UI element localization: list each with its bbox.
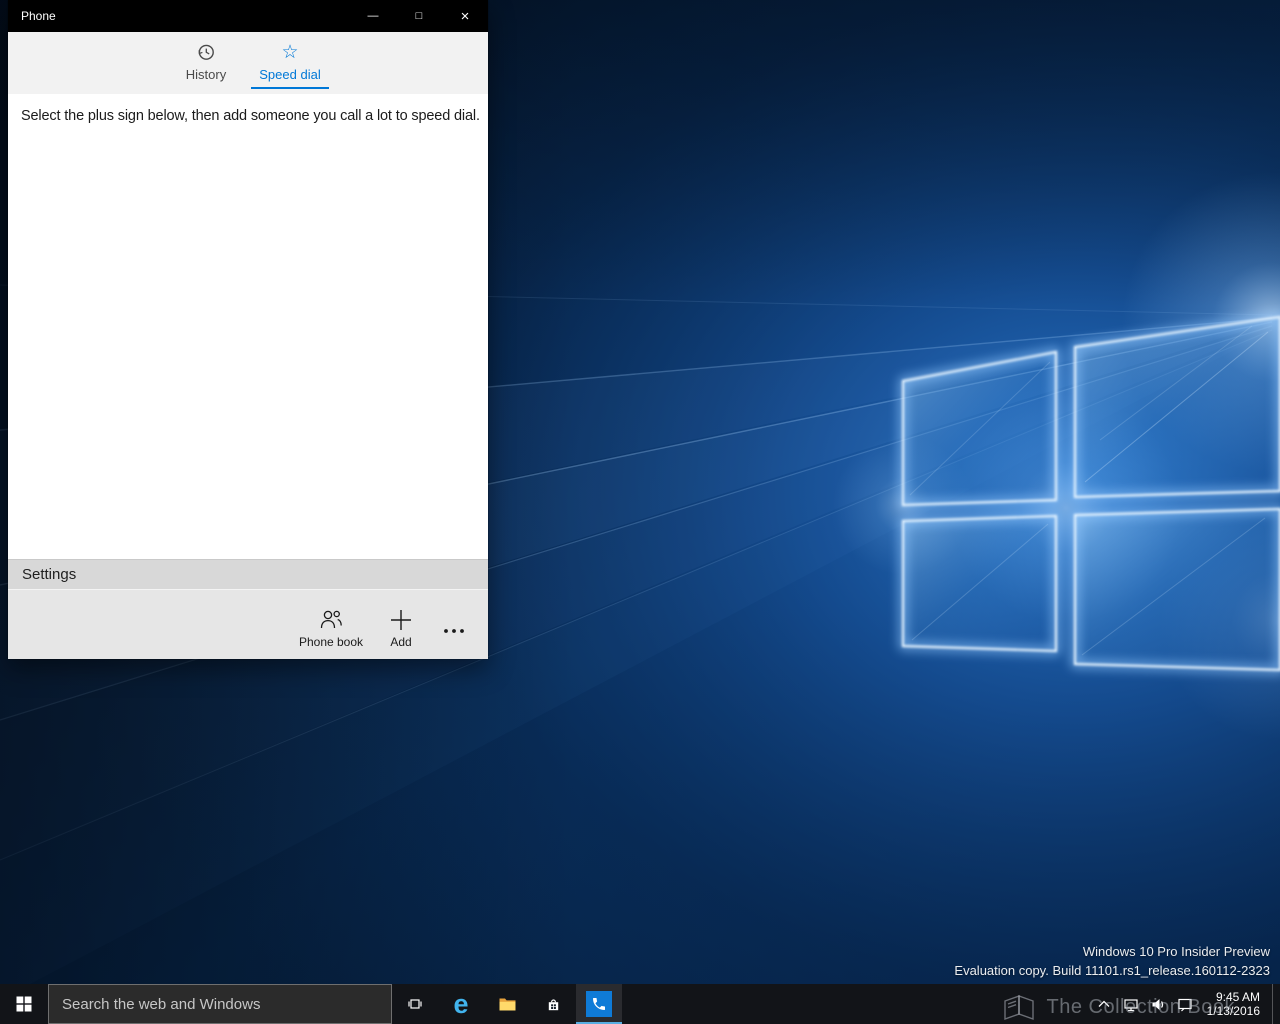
- app-command-bar: Phone book Add: [8, 589, 488, 659]
- tab-strip: History ☆ Speed dial: [8, 32, 488, 94]
- add-icon: [388, 606, 414, 634]
- active-tab-indicator: [251, 87, 329, 89]
- eval-line2: Evaluation copy. Build 11101.rs1_release…: [954, 961, 1270, 980]
- window-titlebar[interactable]: Phone — □ ×: [8, 0, 488, 32]
- chevron-up-icon: [1097, 998, 1111, 1010]
- file-explorer-button[interactable]: [484, 984, 530, 1024]
- action-center-icon: [1177, 997, 1193, 1012]
- speed-dial-content: Select the plus sign below, then add som…: [8, 94, 488, 559]
- store-bag-icon: [545, 996, 562, 1013]
- taskbar: e: [0, 984, 1280, 1024]
- tab-speed-dial[interactable]: ☆ Speed dial: [248, 32, 332, 94]
- add-button[interactable]: Add: [370, 590, 432, 659]
- more-icon: [443, 617, 465, 645]
- empty-state-message: Select the plus sign below, then add som…: [21, 106, 481, 126]
- network-icon: [1123, 997, 1139, 1012]
- tab-history[interactable]: History: [164, 32, 248, 94]
- taskbar-spacer: [622, 984, 1091, 1024]
- more-button[interactable]: [432, 590, 476, 659]
- phone-book-button[interactable]: Phone book: [292, 590, 370, 659]
- task-view-icon: [406, 996, 424, 1012]
- close-icon: ×: [461, 8, 470, 25]
- action-center-button[interactable]: [1172, 984, 1199, 1024]
- phone-app-tile: [586, 991, 612, 1017]
- phone-taskbar-button[interactable]: [576, 984, 622, 1024]
- settings-label: Settings: [22, 566, 76, 583]
- minimize-icon: —: [368, 10, 379, 22]
- hidden-icons-button[interactable]: [1091, 984, 1118, 1024]
- volume-tray-button[interactable]: [1145, 984, 1172, 1024]
- maximize-button[interactable]: □: [396, 0, 442, 32]
- phone-book-label: Phone book: [299, 635, 363, 649]
- eval-line1: Windows 10 Pro Insider Preview: [954, 942, 1270, 961]
- tab-history-label: History: [186, 67, 226, 82]
- folder-icon: [499, 997, 516, 1011]
- clock-time: 9:45 AM: [1216, 990, 1260, 1004]
- window-title: Phone: [8, 9, 350, 23]
- history-icon: [196, 41, 216, 63]
- add-label: Add: [390, 635, 411, 649]
- phone-icon: [591, 996, 607, 1012]
- start-button[interactable]: [0, 984, 48, 1024]
- taskbar-search[interactable]: [48, 984, 392, 1024]
- edge-button[interactable]: e: [438, 984, 484, 1024]
- show-desktop-button[interactable]: [1272, 984, 1280, 1024]
- task-view-button[interactable]: [392, 984, 438, 1024]
- windows-logo-icon: [16, 996, 32, 1012]
- clock-date: 1/13/2016: [1207, 1004, 1260, 1018]
- phone-book-icon: [318, 606, 344, 634]
- taskbar-clock[interactable]: 9:45 AM 1/13/2016: [1199, 984, 1272, 1024]
- phone-app-window: Phone — □ × History: [8, 0, 488, 659]
- settings-button[interactable]: Settings: [8, 559, 488, 589]
- volume-icon: [1151, 997, 1166, 1012]
- store-button[interactable]: [530, 984, 576, 1024]
- close-button[interactable]: ×: [442, 0, 488, 32]
- star-icon: ☆: [281, 41, 298, 63]
- search-input[interactable]: [49, 996, 391, 1013]
- network-tray-button[interactable]: [1118, 984, 1145, 1024]
- window-controls: — □ ×: [350, 0, 488, 32]
- maximize-icon: □: [416, 10, 423, 22]
- tab-speed-dial-label: Speed dial: [259, 67, 320, 82]
- edge-icon: e: [453, 991, 468, 1018]
- evaluation-watermark: Windows 10 Pro Insider Preview Evaluatio…: [954, 942, 1270, 980]
- minimize-button[interactable]: —: [350, 0, 396, 32]
